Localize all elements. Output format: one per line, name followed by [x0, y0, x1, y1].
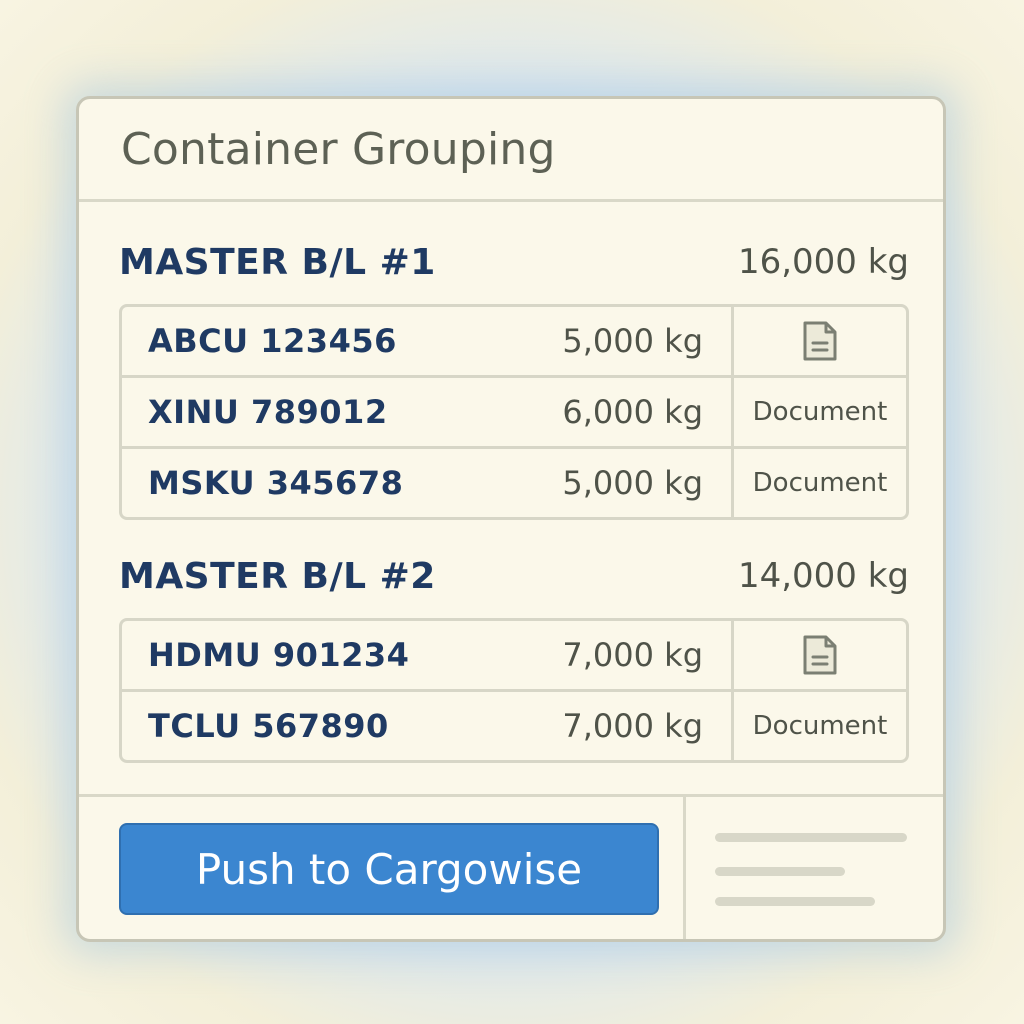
- document-link[interactable]: Document: [734, 449, 906, 517]
- panel-title: Container Grouping: [121, 123, 556, 175]
- group-header: MASTER B/L #1 16,000 kg: [119, 232, 909, 292]
- container-table: HDMU 901234 7,000 kg TCLU 567890 7,000 k…: [119, 618, 909, 763]
- placeholder-line: [715, 833, 907, 842]
- document-icon[interactable]: [802, 320, 838, 362]
- document-icon[interactable]: [802, 634, 838, 676]
- container-weight: 5,000 kg: [562, 464, 703, 502]
- container-cell: MSKU 345678 5,000 kg: [122, 449, 734, 517]
- container-cell: XINU 789012 6,000 kg: [122, 378, 734, 446]
- group-title: MASTER B/L #2: [119, 555, 436, 597]
- master-bl-group-1: MASTER B/L #1 16,000 kg ABCU 123456 5,00…: [119, 232, 909, 520]
- container-row[interactable]: ABCU 123456 5,000 kg: [122, 307, 906, 375]
- group-title: MASTER B/L #1: [119, 241, 436, 283]
- document-cell[interactable]: [734, 621, 906, 689]
- container-row[interactable]: MSKU 345678 5,000 kg Document: [122, 446, 906, 517]
- container-id: TCLU 567890: [148, 707, 389, 745]
- container-id: XINU 789012: [148, 393, 388, 431]
- master-bl-group-2: MASTER B/L #2 14,000 kg HDMU 901234 7,00…: [119, 546, 909, 763]
- document-link[interactable]: Document: [734, 692, 906, 760]
- panel-footer: Push to Cargowise: [79, 794, 943, 939]
- container-id: MSKU 345678: [148, 464, 404, 502]
- container-cell: HDMU 901234 7,000 kg: [122, 621, 734, 689]
- placeholder-line: [715, 897, 875, 906]
- container-row[interactable]: TCLU 567890 7,000 kg Document: [122, 689, 906, 760]
- container-weight: 5,000 kg: [562, 322, 703, 360]
- container-weight: 6,000 kg: [562, 393, 703, 431]
- document-cell[interactable]: [734, 307, 906, 375]
- container-grouping-panel: Container Grouping MASTER B/L #1 16,000 …: [76, 96, 946, 942]
- group-total-weight: 14,000 kg: [737, 556, 909, 596]
- group-total-weight: 16,000 kg: [737, 242, 909, 282]
- placeholder-line: [715, 867, 845, 876]
- group-header: MASTER B/L #2 14,000 kg: [119, 546, 909, 606]
- panel-header: Container Grouping: [79, 99, 943, 202]
- footer-divider: [683, 797, 686, 939]
- container-id: ABCU 123456: [148, 322, 397, 360]
- container-cell: TCLU 567890 7,000 kg: [122, 692, 734, 760]
- container-row[interactable]: XINU 789012 6,000 kg Document: [122, 375, 906, 446]
- container-id: HDMU 901234: [148, 636, 410, 674]
- container-weight: 7,000 kg: [562, 707, 703, 745]
- document-link[interactable]: Document: [734, 378, 906, 446]
- container-weight: 7,000 kg: [562, 636, 703, 674]
- container-cell: ABCU 123456 5,000 kg: [122, 307, 734, 375]
- push-to-cargowise-button[interactable]: Push to Cargowise: [119, 823, 659, 915]
- container-row[interactable]: HDMU 901234 7,000 kg: [122, 621, 906, 689]
- container-table: ABCU 123456 5,000 kg XINU 789012 6,000 k…: [119, 304, 909, 520]
